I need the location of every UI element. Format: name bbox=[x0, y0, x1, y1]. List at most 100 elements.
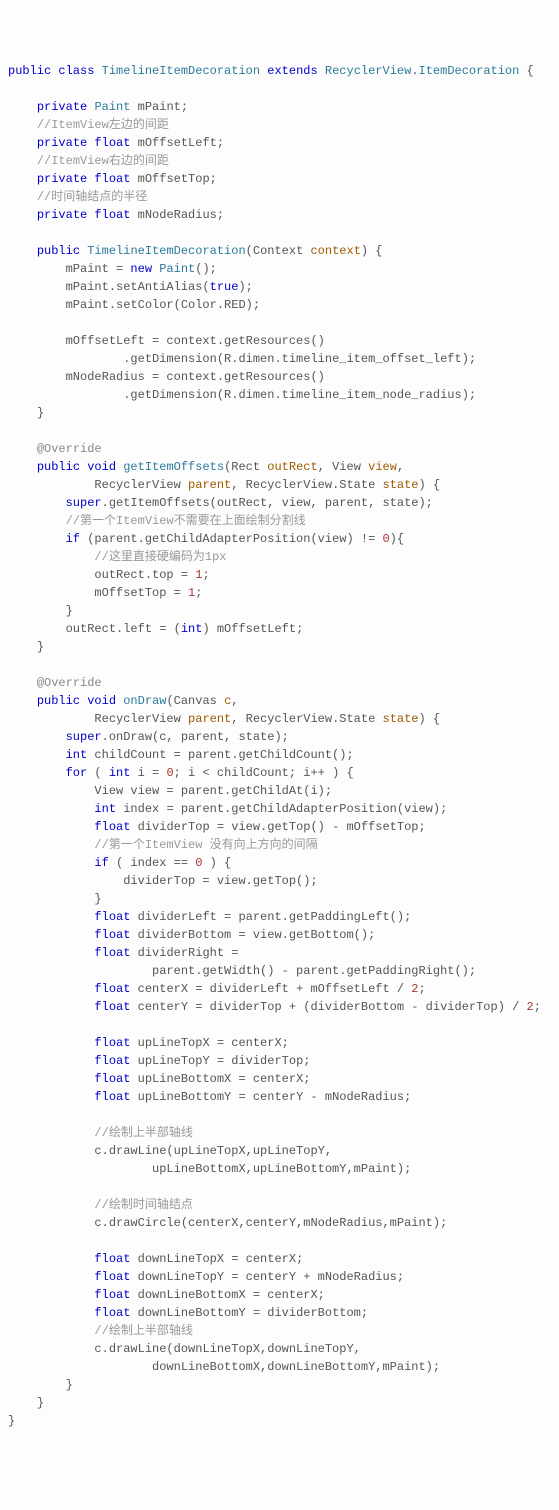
kw: float bbox=[94, 946, 130, 960]
field: left bbox=[123, 622, 152, 636]
kw: int bbox=[66, 748, 88, 762]
brace: } bbox=[94, 892, 101, 906]
code: ) { bbox=[202, 856, 231, 870]
code: dividerLeft = parent.getPaddingLeft(); bbox=[130, 910, 411, 924]
constructor: TimelineItemDecoration bbox=[87, 244, 245, 258]
code: (parent.getChildAdapterPosition(view) != bbox=[80, 532, 382, 546]
kw: float bbox=[94, 982, 130, 996]
code: c.drawLine(downLineTopX,downLineTopY, bbox=[94, 1342, 360, 1356]
kw: if bbox=[66, 532, 80, 546]
kw: public void bbox=[37, 694, 116, 708]
code: upLineBottomY = centerY - mNodeRadius; bbox=[130, 1090, 411, 1104]
num: 0 bbox=[166, 766, 173, 780]
code: mOffsetLeft = context.getResources() bbox=[66, 334, 325, 348]
code: = ( bbox=[152, 622, 181, 636]
dot: . bbox=[411, 64, 418, 78]
kw: float bbox=[94, 910, 130, 924]
code: ); bbox=[238, 280, 252, 294]
kw: int bbox=[109, 766, 131, 780]
kw: float bbox=[94, 928, 130, 942]
code-block: public class TimelineItemDecoration exte… bbox=[8, 62, 551, 1430]
kw: if bbox=[94, 856, 108, 870]
code: ); bbox=[462, 388, 476, 402]
comment: //这里直接硬编码为1px bbox=[94, 550, 226, 564]
comment: //第一个ItemView不需要在上面绘制分割线 bbox=[66, 514, 306, 528]
code: mOffsetTop = bbox=[94, 586, 188, 600]
field: mOffsetLeft; bbox=[130, 136, 224, 150]
code: upLineTopX = centerX; bbox=[130, 1036, 288, 1050]
code: centerX = dividerLeft + mOffsetLeft / bbox=[130, 982, 411, 996]
brace: } bbox=[37, 1396, 44, 1410]
code: ; bbox=[419, 982, 426, 996]
code: .getDimension(R.dimen. bbox=[123, 388, 281, 402]
code: .getItemOffsets(outRect, view, parent, s… bbox=[102, 496, 433, 510]
code: c.drawLine(upLineTopX,upLineTopY, bbox=[94, 1144, 332, 1158]
type: Paint bbox=[94, 100, 130, 114]
comment: //绘制上半部轴线 bbox=[94, 1126, 192, 1140]
code: downLineBottomY = dividerBottom; bbox=[130, 1306, 368, 1320]
code: , bbox=[397, 460, 404, 474]
field: mPaint; bbox=[130, 100, 188, 114]
code: upLineBottomX,upLineBottomY,mPaint); bbox=[152, 1162, 411, 1176]
num: 0 bbox=[382, 532, 389, 546]
res: timeline_item_offset_left bbox=[282, 352, 462, 366]
code: i = bbox=[130, 766, 166, 780]
kw: float bbox=[94, 1072, 130, 1086]
kw: float bbox=[94, 1252, 130, 1266]
kw: float bbox=[94, 1036, 130, 1050]
brace: } bbox=[66, 1378, 73, 1392]
kw: for bbox=[66, 766, 88, 780]
kw: new bbox=[130, 262, 152, 276]
code: .getDimension(R.dimen. bbox=[123, 352, 281, 366]
code: mPaint.setColor(Color. bbox=[66, 298, 224, 312]
kw: private bbox=[37, 100, 87, 114]
code: RecyclerView bbox=[94, 712, 180, 726]
paren: (Context bbox=[246, 244, 304, 258]
brace: } bbox=[66, 604, 73, 618]
param: parent bbox=[188, 478, 231, 492]
brace: } bbox=[37, 640, 44, 654]
kw: private float bbox=[37, 208, 131, 222]
code: dividerBottom = view.getBottom(); bbox=[130, 928, 375, 942]
code: dividerTop = view.getTop(); bbox=[123, 874, 317, 888]
kw: float bbox=[94, 1054, 130, 1068]
code: RecyclerView bbox=[94, 478, 180, 492]
code: downLineTopX = centerX; bbox=[130, 1252, 303, 1266]
comment: //ItemView右边的间距 bbox=[37, 154, 169, 168]
code: mPaint = bbox=[66, 262, 131, 276]
comment: //ItemView左边的间距 bbox=[37, 118, 169, 132]
code: index = parent.getChildAdapterPosition(v… bbox=[116, 802, 447, 816]
kw: int bbox=[181, 622, 203, 636]
code: ) { bbox=[419, 712, 441, 726]
param: state bbox=[383, 478, 419, 492]
code: (Canvas bbox=[166, 694, 216, 708]
code: , bbox=[231, 694, 238, 708]
kw: super bbox=[66, 730, 102, 744]
type: RecyclerView bbox=[325, 64, 411, 78]
code: , RecyclerView.State bbox=[231, 712, 375, 726]
code: , View bbox=[318, 460, 361, 474]
kw: private float bbox=[37, 136, 131, 150]
annotation: @Override bbox=[37, 676, 102, 690]
code: upLineTopY = dividerTop; bbox=[130, 1054, 310, 1068]
field: mOffsetTop; bbox=[130, 172, 216, 186]
brace: } bbox=[37, 406, 44, 420]
code: View view = parent.getChildAt(i); bbox=[94, 784, 332, 798]
method: onDraw bbox=[123, 694, 166, 708]
kw: public class bbox=[8, 64, 94, 78]
code: (Rect bbox=[224, 460, 260, 474]
brace: } bbox=[8, 1414, 15, 1428]
const: RED bbox=[224, 298, 246, 312]
comment: //时间轴结点的半径 bbox=[37, 190, 147, 204]
code: downLineTopY = centerY + mNodeRadius; bbox=[130, 1270, 404, 1284]
code: childCount = parent.getChildCount(); bbox=[87, 748, 353, 762]
param: state bbox=[383, 712, 419, 726]
res: timeline_item_node_radius bbox=[282, 388, 462, 402]
class-name: TimelineItemDecoration bbox=[102, 64, 260, 78]
code: ) mOffsetLeft; bbox=[202, 622, 303, 636]
kw: public void bbox=[37, 460, 116, 474]
code: (); bbox=[195, 262, 217, 276]
kw: float bbox=[94, 1000, 130, 1014]
kw: public bbox=[37, 244, 80, 258]
code: ); bbox=[462, 352, 476, 366]
